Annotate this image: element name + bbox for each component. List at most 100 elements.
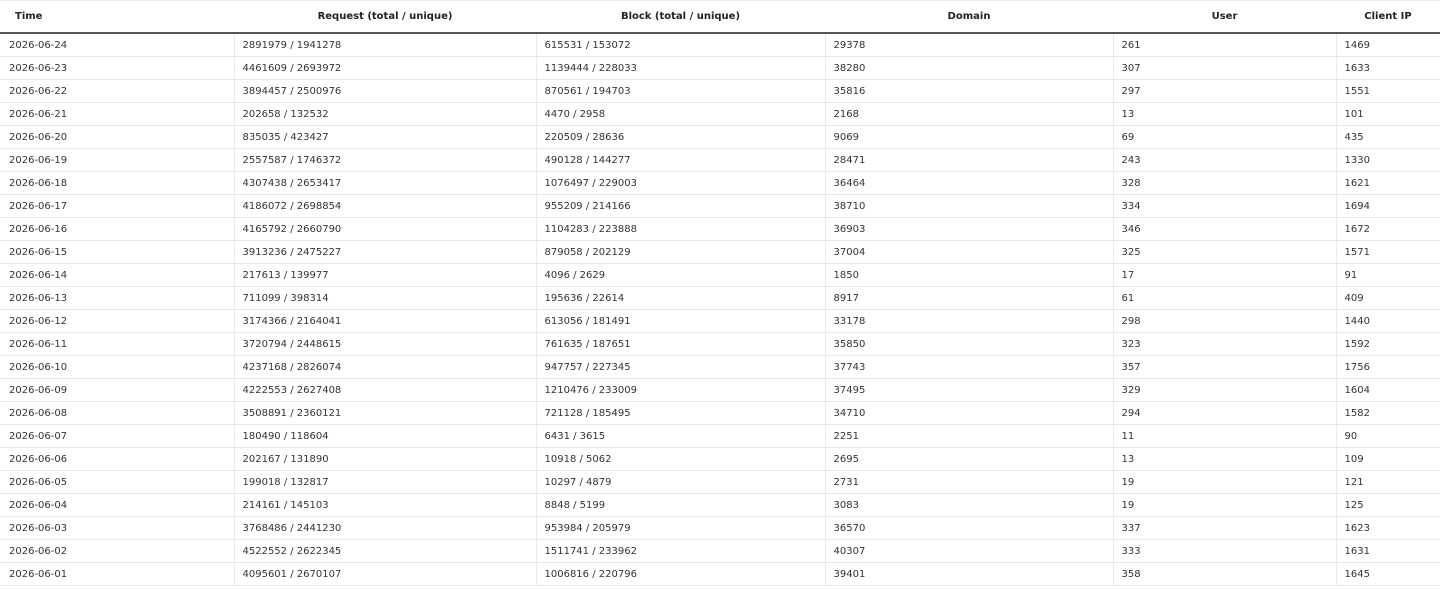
table-row[interactable]: 2026-06-22 3894457 / 2500976 870561 / 1947…: [0, 79, 1440, 103]
block-cell: 490128 / 144277: [535, 148, 825, 172]
time-cell: 2026-06-17: [0, 194, 234, 218]
table-row[interactable]: 2026-06-20 835035 / 423427 220509 / 28636 9…: [0, 125, 1440, 149]
domain-cell: 40307: [824, 539, 1113, 563]
client-ip-cell: 1582: [1335, 401, 1440, 425]
time-cell: 2026-06-09: [0, 378, 234, 402]
domain-cell: 37495: [824, 378, 1113, 402]
table-row[interactable]: 2026-06-01 4095601 / 2670107 1006816 / 220…: [0, 562, 1440, 586]
time-cell: 2026-06-06: [0, 447, 234, 471]
client-ip-cell: 409: [1335, 286, 1440, 310]
table-row[interactable]: 2026-06-06 202167 / 131890 10918 / 5062 269…: [0, 447, 1440, 471]
table-row[interactable]: 2026-06-09 4222553 / 2627408 1210476 / 233…: [0, 378, 1440, 402]
column-header-block[interactable]: Block (total / unique): [536, 1, 825, 34]
table-row[interactable]: 2026-06-12 3174366 / 2164041 613056 / 1814…: [0, 309, 1440, 333]
domain-cell: 36464: [824, 171, 1113, 195]
domain-cell: 33178: [824, 309, 1113, 333]
request-cell: 3174366 / 2164041: [233, 309, 536, 333]
time-cell: 2026-06-11: [0, 332, 234, 356]
domain-cell: 28471: [824, 148, 1113, 172]
domain-cell: 8917: [824, 286, 1113, 310]
block-cell: 220509 / 28636: [535, 125, 825, 149]
table-row[interactable]: 2026-06-10 4237168 / 2826074 947757 / 2273…: [0, 355, 1440, 379]
time-cell: 2026-06-21: [0, 102, 234, 126]
request-cell: 4522552 / 2622345: [233, 539, 536, 563]
client-ip-cell: 109: [1335, 447, 1440, 471]
table-row[interactable]: 2026-06-21 202658 / 132532 4470 / 2958 2168…: [0, 102, 1440, 126]
request-cell: 217613 / 139977: [233, 263, 536, 287]
table-row[interactable]: 2026-06-08 3508891 / 2360121 721128 / 1854…: [0, 401, 1440, 425]
user-cell: 13: [1112, 102, 1336, 126]
user-cell: 298: [1112, 309, 1336, 333]
table-row[interactable]: 2026-06-13 711099 / 398314 195636 / 22614 8…: [0, 286, 1440, 310]
client-ip-cell: 1604: [1335, 378, 1440, 402]
table-row[interactable]: 2026-06-07 180490 / 118604 6431 / 3615 2251…: [0, 424, 1440, 448]
time-cell: 2026-06-01: [0, 562, 234, 586]
column-header-client-ip[interactable]: Client IP: [1336, 1, 1440, 34]
block-cell: 1139444 / 228033: [535, 56, 825, 80]
client-ip-cell: 90: [1335, 424, 1440, 448]
time-cell: 2026-06-02: [0, 539, 234, 563]
user-cell: 329: [1112, 378, 1336, 402]
column-header-domain[interactable]: Domain: [825, 1, 1113, 34]
client-ip-cell: 1551: [1335, 79, 1440, 103]
block-cell: 1076497 / 229003: [535, 171, 825, 195]
table-row[interactable]: 2026-06-17 4186072 / 2698854 955209 / 2141…: [0, 194, 1440, 218]
time-cell: 2026-06-04: [0, 493, 234, 517]
client-ip-cell: 1672: [1335, 217, 1440, 241]
request-cell: 2891979 / 1941278: [233, 33, 536, 57]
column-header-time[interactable]: Time: [0, 1, 234, 34]
table-row[interactable]: 2026-06-02 4522552 / 2622345 1511741 / 233…: [0, 539, 1440, 563]
domain-cell: 2731: [824, 470, 1113, 494]
user-cell: 328: [1112, 171, 1336, 195]
table-row[interactable]: 2026-06-04 214161 / 145103 8848 / 5199 3083…: [0, 493, 1440, 517]
client-ip-cell: 1631: [1335, 539, 1440, 563]
user-cell: 11: [1112, 424, 1336, 448]
request-cell: 3720794 / 2448615: [233, 332, 536, 356]
table-row[interactable]: 2026-06-11 3720794 / 2448615 761635 / 1876…: [0, 332, 1440, 356]
table-row[interactable]: 2026-06-03 3768486 / 2441230 953984 / 2059…: [0, 516, 1440, 540]
client-ip-cell: 125: [1335, 493, 1440, 517]
domain-cell: 38710: [824, 194, 1113, 218]
time-cell: 2026-06-22: [0, 79, 234, 103]
table-row[interactable]: 2026-06-19 2557587 / 1746372 490128 / 1442…: [0, 148, 1440, 172]
table-row[interactable]: 2026-06-05 199018 / 132817 10297 / 4879 273…: [0, 470, 1440, 494]
client-ip-cell: 1592: [1335, 332, 1440, 356]
table-header: Time Request (total / unique) Block (tot…: [0, 1, 1440, 34]
time-cell: 2026-06-05: [0, 470, 234, 494]
stats-table-container: Time Request (total / unique) Block (tot…: [0, 0, 1440, 590]
time-cell: 2026-06-03: [0, 516, 234, 540]
time-cell: 2026-06-24: [0, 33, 234, 57]
request-cell: 2557587 / 1746372: [233, 148, 536, 172]
domain-cell: 34710: [824, 401, 1113, 425]
user-cell: 297: [1112, 79, 1336, 103]
block-cell: 10297 / 4879: [535, 470, 825, 494]
time-cell: 2026-06-10: [0, 355, 234, 379]
table-row[interactable]: 2026-06-18 4307438 / 2653417 1076497 / 229…: [0, 171, 1440, 195]
request-cell: 4237168 / 2826074: [233, 355, 536, 379]
request-cell: 4222553 / 2627408: [233, 378, 536, 402]
domain-cell: 1850: [824, 263, 1113, 287]
domain-cell: 37743: [824, 355, 1113, 379]
domain-cell: 36570: [824, 516, 1113, 540]
table-row[interactable]: 2026-06-23 4461609 / 2693972 1139444 / 228…: [0, 56, 1440, 80]
user-cell: 323: [1112, 332, 1336, 356]
table-row[interactable]: 2026-06-16 4165792 / 2660790 1104283 / 223…: [0, 217, 1440, 241]
column-header-request[interactable]: Request (total / unique): [234, 1, 536, 34]
table-row[interactable]: 2026-06-24 2891979 / 1941278 615531 / 1530…: [0, 33, 1440, 57]
client-ip-cell: 1621: [1335, 171, 1440, 195]
user-cell: 334: [1112, 194, 1336, 218]
request-cell: 4186072 / 2698854: [233, 194, 536, 218]
block-cell: 870561 / 194703: [535, 79, 825, 103]
client-ip-cell: 1756: [1335, 355, 1440, 379]
block-cell: 613056 / 181491: [535, 309, 825, 333]
block-cell: 1104283 / 223888: [535, 217, 825, 241]
client-ip-cell: 1330: [1335, 148, 1440, 172]
table-row[interactable]: 2026-06-14 217613 / 139977 4096 / 2629 1850…: [0, 263, 1440, 287]
time-cell: 2026-06-16: [0, 217, 234, 241]
block-cell: 10918 / 5062: [535, 447, 825, 471]
header-row: Time Request (total / unique) Block (tot…: [0, 1, 1440, 34]
table-row[interactable]: 2026-06-15 3913236 / 2475227 879058 / 2021…: [0, 240, 1440, 264]
request-cell: 4461609 / 2693972: [233, 56, 536, 80]
column-header-user[interactable]: User: [1113, 1, 1336, 34]
domain-cell: 9069: [824, 125, 1113, 149]
